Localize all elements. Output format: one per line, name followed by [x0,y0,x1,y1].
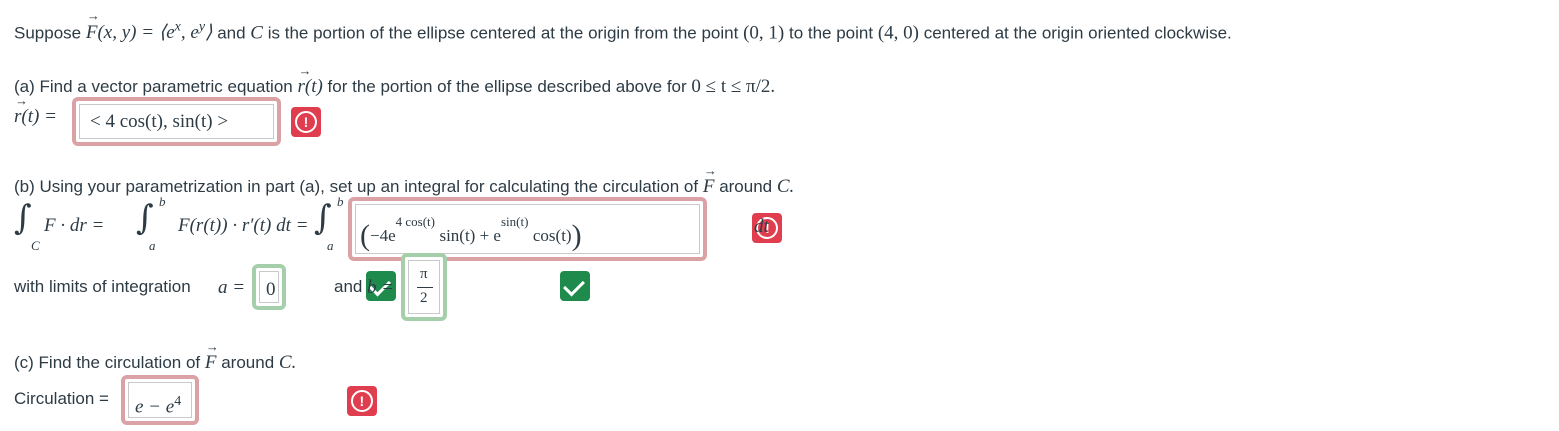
part-a-label: r(t) = [14,93,57,128]
integral-sign: ∫ [14,198,32,238]
upper-limit-numerator: π [420,266,428,282]
part-c-answer-value: e − e4 [135,394,182,418]
part-a-answer-value: < 4 cos(t), sin(t) > [90,111,229,132]
limits-label: with limits of integration [14,277,191,296]
part-c-label: Circulation = [14,389,109,408]
integral-lhs: F · dr = [44,215,105,236]
part-b-integrand-value: (−4e4 cos(t) sin(t) + esin(t) cos(t)) [360,214,582,252]
part-b-prompt: (b) Using your parametrization in part (… [14,163,794,198]
integral-sign: ∫ [136,198,154,238]
integral-middle: F(r(t)) · r′(t) dt = [178,215,309,236]
part-c-prompt: (c) Find the circulation of F around C. [14,339,296,374]
upper-limit-input[interactable]: π 2 [401,253,447,321]
part-a-answer-box[interactable]: < 4 cos(t), sin(t) > [72,97,281,146]
integral-sign: ∫ [314,198,332,238]
fraction-bar [417,287,433,288]
part-c-answer-box[interactable]: e − e4 [121,375,199,425]
integral-setup: ∫ C F · dr = ∫ b a F(r(t)) · r′(t) dt = … [14,194,344,253]
lower-limit-c: C [31,238,40,253]
part-a-prompt: (a) Find a vector parametric equation r(… [14,63,775,98]
b-label: b = [367,277,395,298]
part-a-incorrect-icon[interactable] [291,107,321,137]
upper-limit-denominator: 2 [420,290,428,306]
part-b-integrand-box[interactable]: (−4e4 cos(t) sin(t) + esin(t) cos(t)) [348,197,707,261]
upper-limit-correct-icon[interactable] [560,271,591,301]
lower-limit-input[interactable]: 0 [252,264,286,310]
field-definition: F(x, y) = ⟨ex, ey⟩ [86,8,213,43]
problem-statement: Suppose F(x, y) = ⟨ex, ey⟩ and C is the … [14,8,1232,44]
part-b-dt: dt [754,216,769,237]
part-c-incorrect-icon[interactable] [346,386,377,416]
a-label: a = [218,277,246,298]
lower-limit-value: 0 [266,279,276,300]
and-label: and [334,277,363,296]
